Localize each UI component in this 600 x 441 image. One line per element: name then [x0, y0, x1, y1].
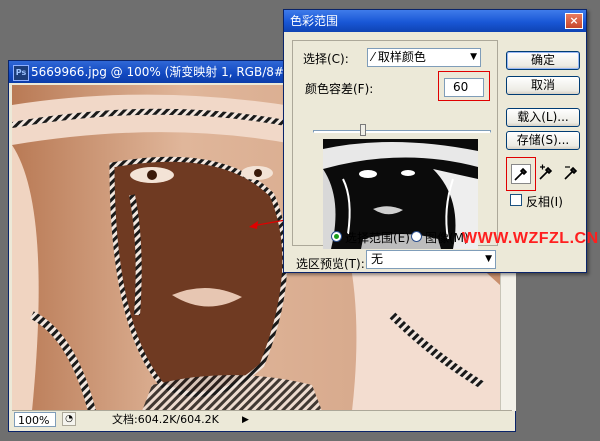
selection-radio-label: 选择范围(E) — [345, 231, 410, 245]
eyedropper-minus-glyph — [564, 166, 578, 180]
load-button[interactable]: 载入(L)... — [506, 108, 580, 127]
chevron-down-icon: ▼ — [485, 254, 492, 264]
preview-label: 选区预览(T): — [296, 257, 365, 271]
selection-radio[interactable] — [331, 231, 342, 242]
save-button[interactable]: 存储(S)... — [506, 131, 580, 150]
image-radio[interactable] — [411, 231, 422, 242]
close-button[interactable]: × — [565, 13, 583, 29]
dialog-title: 色彩范围 — [290, 14, 339, 28]
fuzziness-slider[interactable] — [313, 130, 491, 133]
fuzziness-label: 颜色容差(F): — [305, 82, 374, 96]
watermark-text: WWW.WZFZL.CN — [462, 230, 599, 247]
eyedropper-highlight — [506, 157, 536, 191]
invert-checkbox[interactable] — [510, 194, 522, 206]
invert-label: 反相(I) — [526, 195, 563, 209]
preview-value: 无 — [371, 252, 384, 266]
select-dropdown[interactable]: ⁄ 取样颜色 ▼ — [367, 48, 481, 67]
cancel-button[interactable]: 取消 — [506, 76, 580, 95]
chevron-down-icon: ▼ — [470, 52, 477, 62]
fuzziness-slider-thumb[interactable] — [359, 124, 366, 136]
eyedropper-minus-icon[interactable] — [562, 164, 582, 184]
preview-dropdown[interactable]: 无 ▼ — [366, 250, 496, 269]
eyedropper-small-icon: ⁄ — [372, 50, 375, 64]
select-value: 取样颜色 — [377, 50, 426, 64]
options-group: 选择(C): ⁄ 取样颜色 ▼ 颜色容差(F): 60 选择范围(E) 图像(M… — [292, 40, 498, 249]
dialog-title-bar[interactable]: 色彩范围 × — [284, 10, 586, 32]
ok-button[interactable]: 确定 — [506, 51, 580, 70]
fuzziness-highlight — [438, 71, 490, 101]
eyedropper-plus-glyph — [539, 164, 553, 180]
eyedropper-plus-icon[interactable] — [537, 164, 557, 184]
select-label: 选择(C): — [303, 52, 349, 66]
